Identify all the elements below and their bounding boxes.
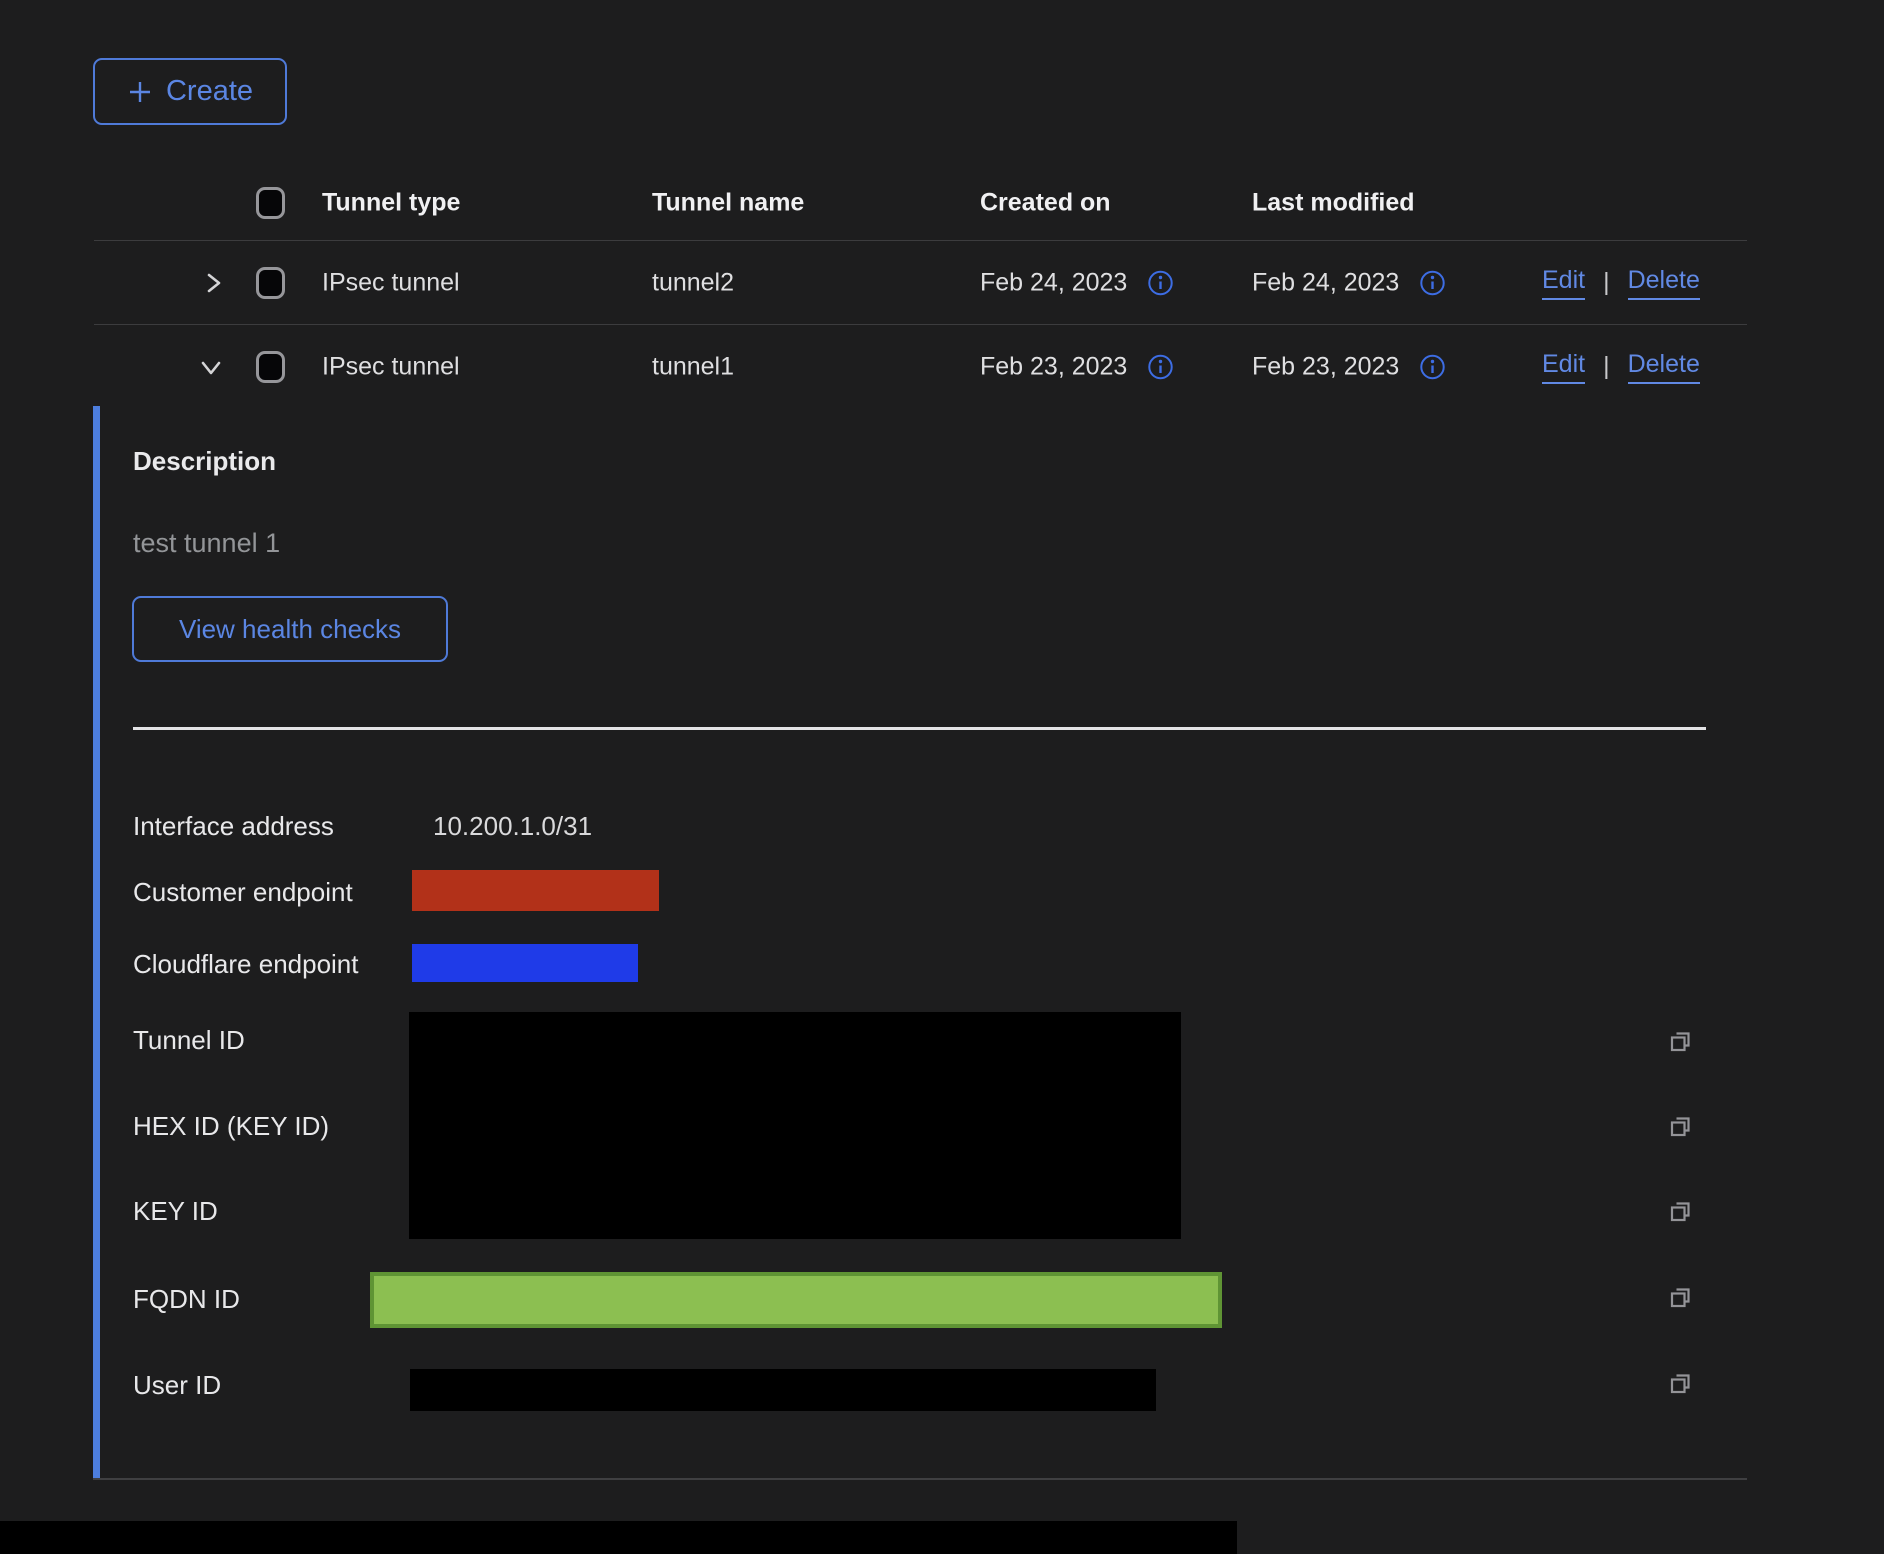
column-header-tunnel-type: Tunnel type	[322, 188, 460, 217]
expanded-row-accent-bar	[93, 406, 100, 1480]
create-button-label: Create	[166, 75, 253, 108]
create-button[interactable]: Create	[93, 58, 287, 125]
customer-endpoint-label: Customer endpoint	[133, 877, 353, 908]
info-icon[interactable]	[1147, 353, 1174, 380]
tunnel-name-cell: tunnel1	[652, 352, 734, 381]
created-on-date: Feb 23, 2023	[980, 352, 1127, 381]
info-icon[interactable]	[1419, 353, 1446, 380]
description-label: Description	[133, 446, 276, 477]
panel-divider	[133, 727, 1706, 730]
row-actions: Edit | Delete	[1542, 266, 1700, 300]
ids-redacted-value-block	[409, 1012, 1181, 1239]
row-checkbox[interactable]	[256, 267, 285, 299]
action-separator: |	[1603, 268, 1610, 297]
chevron-right-icon[interactable]	[200, 270, 226, 296]
created-on-cell: Feb 24, 2023	[980, 268, 1174, 297]
row-actions: Edit | Delete	[1542, 350, 1700, 384]
cloudflare-endpoint-label: Cloudflare endpoint	[133, 949, 359, 980]
last-modified-date: Feb 23, 2023	[1252, 352, 1399, 381]
last-modified-cell: Feb 24, 2023	[1252, 268, 1446, 297]
column-header-tunnel-name: Tunnel name	[652, 188, 804, 217]
plus-icon	[127, 79, 153, 105]
table-row: IPsec tunnel tunnel1 Feb 23, 2023 Feb 23…	[94, 325, 1747, 408]
row-checkbox[interactable]	[256, 351, 285, 383]
customer-endpoint-redacted-value	[412, 870, 659, 911]
copy-icon[interactable]	[1666, 1283, 1695, 1312]
user-id-redacted-value	[410, 1369, 1156, 1411]
created-on-date: Feb 24, 2023	[980, 268, 1127, 297]
delete-link[interactable]: Delete	[1628, 350, 1700, 384]
info-icon[interactable]	[1419, 269, 1446, 296]
copy-icon[interactable]	[1666, 1027, 1695, 1056]
edit-link[interactable]: Edit	[1542, 266, 1585, 300]
delete-link[interactable]: Delete	[1628, 266, 1700, 300]
tunnel-name-cell: tunnel2	[652, 268, 734, 297]
fqdn-id-label: FQDN ID	[133, 1284, 240, 1315]
user-id-label: User ID	[133, 1370, 221, 1401]
chevron-down-icon[interactable]	[198, 354, 224, 380]
panel-bottom-divider	[93, 1478, 1747, 1480]
tunnel-id-label: Tunnel ID	[133, 1025, 245, 1056]
copy-icon[interactable]	[1666, 1112, 1695, 1141]
edit-link[interactable]: Edit	[1542, 350, 1585, 384]
column-header-created-on: Created on	[980, 188, 1111, 217]
tunnel-type-cell: IPsec tunnel	[322, 352, 460, 381]
created-on-cell: Feb 23, 2023	[980, 352, 1174, 381]
last-modified-date: Feb 24, 2023	[1252, 268, 1399, 297]
bottom-redacted-bar	[0, 1521, 1237, 1554]
table-header: Tunnel type Tunnel name Created on Last …	[94, 165, 1747, 240]
cloudflare-endpoint-redacted-value	[412, 944, 638, 982]
select-all-checkbox[interactable]	[256, 187, 285, 219]
copy-icon[interactable]	[1666, 1369, 1695, 1398]
description-value: test tunnel 1	[133, 528, 280, 559]
tunnel-type-cell: IPsec tunnel	[322, 268, 460, 297]
copy-icon[interactable]	[1666, 1197, 1695, 1226]
action-separator: |	[1603, 352, 1610, 381]
hex-id-label: HEX ID (KEY ID)	[133, 1111, 329, 1142]
interface-address-label: Interface address	[133, 811, 334, 842]
table-row: IPsec tunnel tunnel2 Feb 24, 2023 Feb 24…	[94, 241, 1747, 324]
fqdn-id-redacted-value	[370, 1272, 1222, 1328]
column-header-last-modified: Last modified	[1252, 188, 1415, 217]
view-health-checks-button[interactable]: View health checks	[132, 596, 448, 662]
key-id-label: KEY ID	[133, 1196, 218, 1227]
info-icon[interactable]	[1147, 269, 1174, 296]
tunnels-page: Create Tunnel type Tunnel name Created o…	[0, 0, 1884, 1554]
interface-address-value: 10.200.1.0/31	[433, 811, 592, 842]
last-modified-cell: Feb 23, 2023	[1252, 352, 1446, 381]
